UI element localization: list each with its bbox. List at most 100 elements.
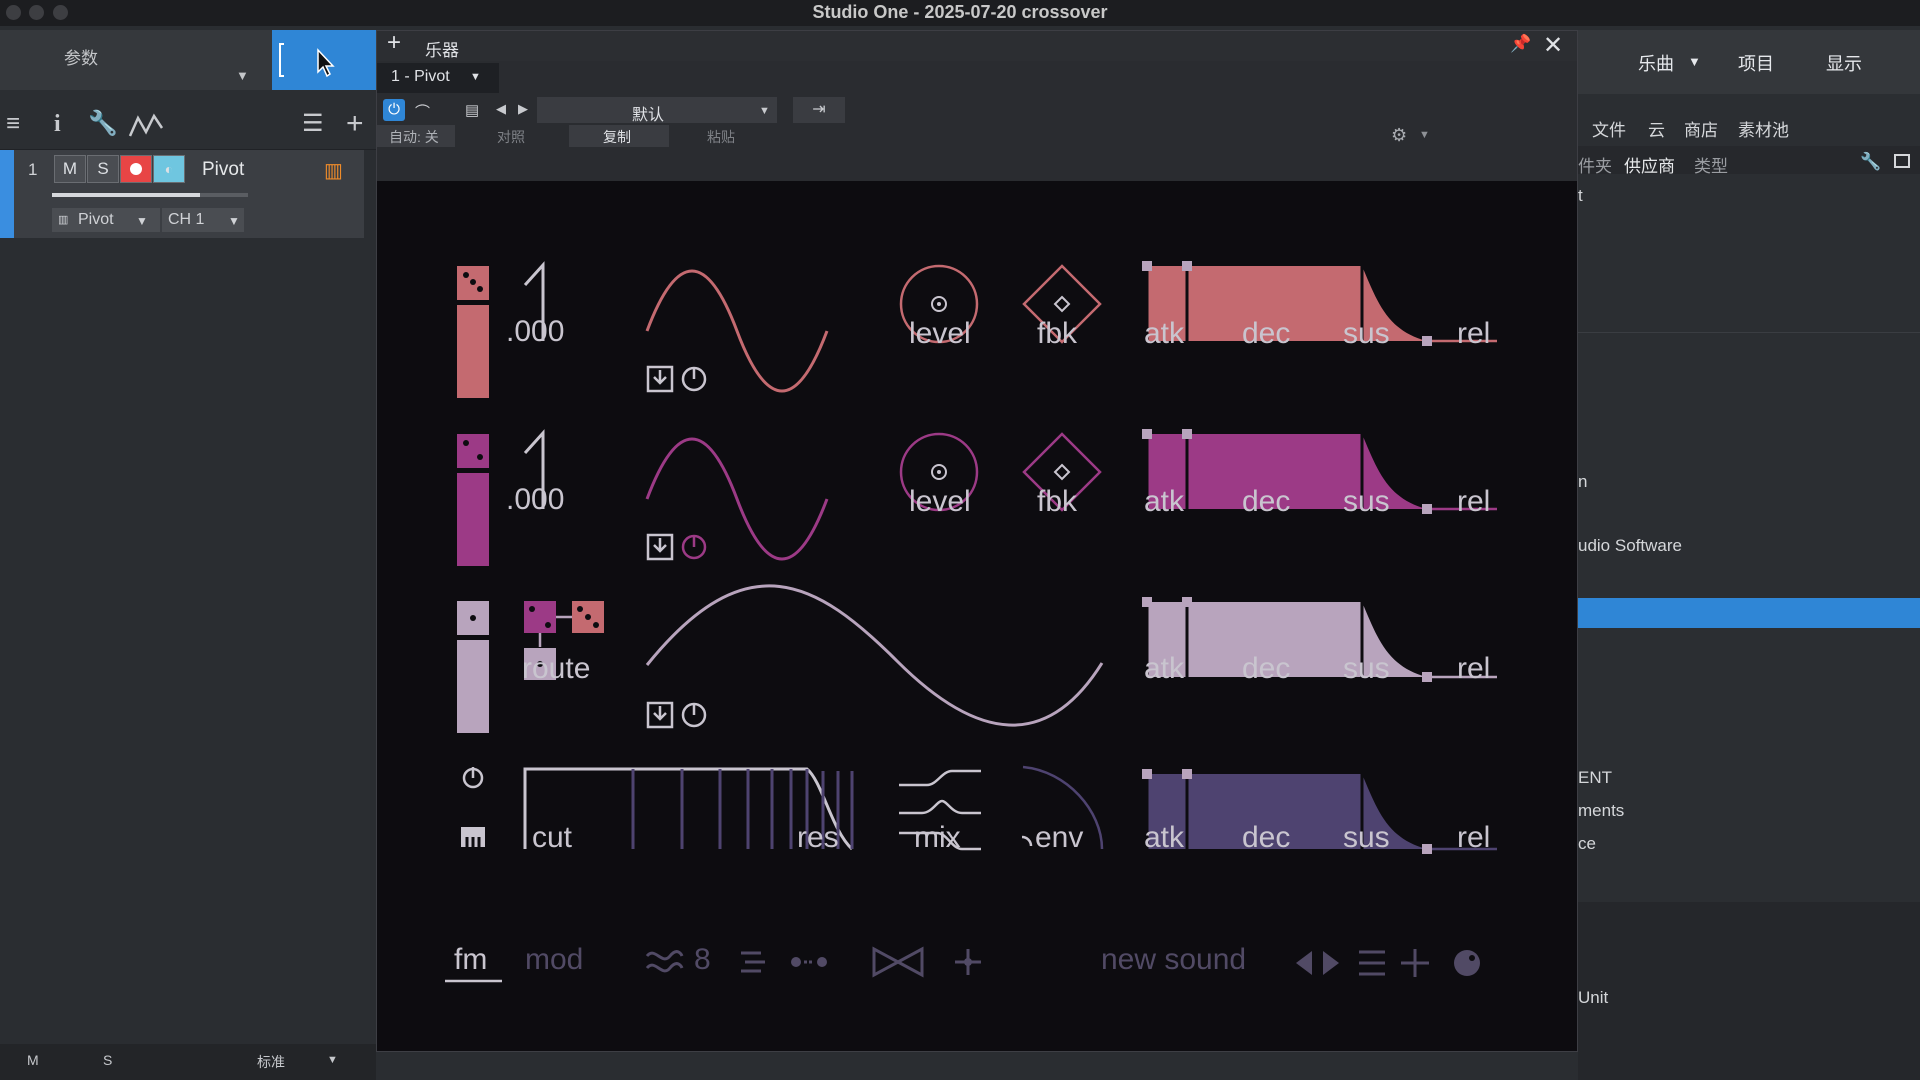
auto-off-button[interactable]: 自动: 关 [389, 127, 439, 147]
waveform-sine[interactable] [645, 584, 1104, 727]
power-icon[interactable]: ⏻ [383, 99, 405, 121]
automation-icon[interactable] [128, 112, 164, 138]
voice-count[interactable]: 8 [694, 943, 711, 977]
wrench-icon[interactable]: 🔧 [1860, 152, 1881, 172]
chevron-down-icon[interactable]: ▼ [1688, 54, 1701, 69]
env-sus-label: sus [1343, 485, 1390, 518]
filter-mix-lowpass[interactable] [899, 769, 981, 787]
list-item[interactable]: n [1578, 472, 1587, 492]
footer-mode[interactable]: 标准 [257, 1052, 285, 1072]
theme-icon[interactable] [1454, 950, 1480, 976]
browser-tab-store[interactable]: 商店 [1684, 116, 1718, 141]
send-icon[interactable]: ⇥ [793, 97, 845, 123]
track-name[interactable]: Pivot [202, 159, 244, 181]
prev-preset-icon[interactable]: ◀ [496, 101, 506, 117]
close-window-icon[interactable] [6, 5, 21, 20]
next-preset-icon[interactable] [1323, 951, 1339, 975]
sort-type[interactable]: 类型 [1694, 152, 1728, 177]
add-track-icon[interactable]: + [346, 109, 364, 139]
chevron-down-icon[interactable]: ▼ [327, 1054, 338, 1066]
app-title-bar: Studio One - 2025-07-20 crossover [0, 0, 1920, 26]
waveform-sine[interactable] [645, 269, 829, 393]
preset-name[interactable]: 默认 [632, 101, 664, 125]
sort-folder[interactable]: 件夹 [1578, 152, 1612, 177]
song-button[interactable]: 乐曲 [1638, 50, 1674, 76]
chevron-down-icon[interactable]: ▼ [470, 71, 481, 83]
selected-list-row[interactable] [1578, 598, 1920, 628]
preset-name-display[interactable]: new sound [1101, 943, 1246, 977]
pin-icon[interactable]: 📌 [1510, 34, 1531, 54]
list-icon[interactable]: ≡ [6, 112, 20, 136]
env-dec-label: dec [1242, 485, 1291, 518]
footer-solo[interactable]: S [103, 1052, 112, 1068]
preset-file-icon[interactable]: ▤ [465, 101, 479, 119]
record-button[interactable] [120, 155, 152, 183]
volume-slider[interactable] [52, 193, 248, 197]
tool-selector[interactable] [272, 30, 376, 90]
operator-1-level-bar[interactable] [457, 305, 489, 398]
record-icon [130, 163, 142, 175]
paste-button[interactable]: 粘贴 [707, 127, 735, 147]
stereo-width-icon[interactable] [872, 946, 924, 978]
project-button[interactable]: 项目 [1738, 50, 1774, 76]
chevron-down-icon[interactable]: ▼ [228, 214, 240, 228]
unison-icon[interactable] [645, 950, 684, 973]
browser-tab-pool[interactable]: 素材池 [1738, 116, 1789, 141]
list-item[interactable]: ENT [1578, 768, 1612, 788]
sort-vendor[interactable]: 供应商 [1624, 152, 1675, 177]
filter-mix-bandpass[interactable] [899, 799, 981, 815]
track-header[interactable]: 1 M S ◐ Pivot ▥ Pivot ▥ ▼ CH 1 ▼ [0, 150, 364, 238]
op2-fbk-label: fbk [1037, 485, 1078, 518]
footer-mute[interactable]: M [27, 1052, 39, 1068]
randomize-dice-icon[interactable] [457, 434, 489, 468]
operator-2-level-bar[interactable] [457, 473, 489, 566]
close-icon[interactable]: ✕ [1543, 31, 1563, 60]
arrow-tool-icon[interactable] [272, 30, 376, 90]
waveform-sine[interactable] [645, 437, 829, 561]
add-preset-icon[interactable] [1401, 949, 1429, 977]
zoom-window-icon[interactable] [53, 5, 68, 20]
add-icon[interactable]: + [387, 31, 401, 57]
modulator-level-bar[interactable] [457, 640, 489, 733]
monitor-button[interactable]: ◐ [153, 155, 185, 183]
route-label: route [522, 652, 591, 685]
glide-icon[interactable] [791, 957, 801, 967]
route-op2-icon[interactable] [524, 601, 556, 633]
copy-button[interactable]: 复制 [603, 127, 631, 147]
synth-panel: .000 level fbk atk dec sus rel .000 leve… [377, 181, 1577, 1051]
op1-ratio-value[interactable]: .000 [506, 315, 564, 349]
list-item[interactable]: t [1578, 186, 1583, 206]
track-list-icon[interactable]: ☰ [302, 112, 324, 136]
browser-tab-cloud[interactable]: 云 [1648, 116, 1665, 141]
window-icon[interactable] [1894, 154, 1910, 168]
list-item[interactable]: ments [1578, 801, 1624, 821]
show-button[interactable]: 显示 [1826, 50, 1862, 76]
minimize-window-icon[interactable] [29, 5, 44, 20]
compare-button[interactable]: 对照 [497, 127, 525, 147]
preset-menu-icon[interactable] [1359, 950, 1385, 976]
mute-button[interactable]: M [54, 155, 86, 183]
env-atk-label: atk [1144, 485, 1185, 518]
list-item[interactable]: udio Software [1578, 536, 1682, 556]
tab-mod[interactable]: mod [525, 943, 583, 977]
chevron-down-icon[interactable]: ▼ [1419, 129, 1430, 141]
tab-fm[interactable]: fm [454, 943, 487, 977]
browser-tab-files[interactable]: 文件 [1592, 116, 1626, 141]
op2-ratio-value[interactable]: .000 [506, 483, 564, 517]
solo-button[interactable]: S [87, 155, 119, 183]
chevron-down-icon[interactable]: ▼ [136, 214, 148, 228]
next-preset-icon[interactable]: ▶ [518, 101, 528, 117]
info-icon[interactable]: i [54, 112, 61, 136]
list-item[interactable]: ce [1578, 834, 1596, 854]
env-dec-label: dec [1242, 652, 1291, 685]
chevron-down-icon[interactable]: ▼ [236, 68, 249, 83]
voice-mode-icon[interactable] [741, 951, 765, 973]
headphones-icon[interactable]: ⌒ [415, 101, 430, 122]
list-item[interactable]: Unit [1578, 988, 1608, 1008]
prev-preset-icon[interactable] [1296, 951, 1312, 975]
modulator [457, 584, 1497, 733]
preset-slot[interactable]: 1 - Pivot [391, 68, 450, 86]
gear-icon[interactable]: ⚙ [1391, 125, 1407, 146]
chevron-down-icon[interactable]: ▼ [759, 105, 770, 117]
wrench-icon[interactable]: 🔧 [88, 112, 118, 136]
